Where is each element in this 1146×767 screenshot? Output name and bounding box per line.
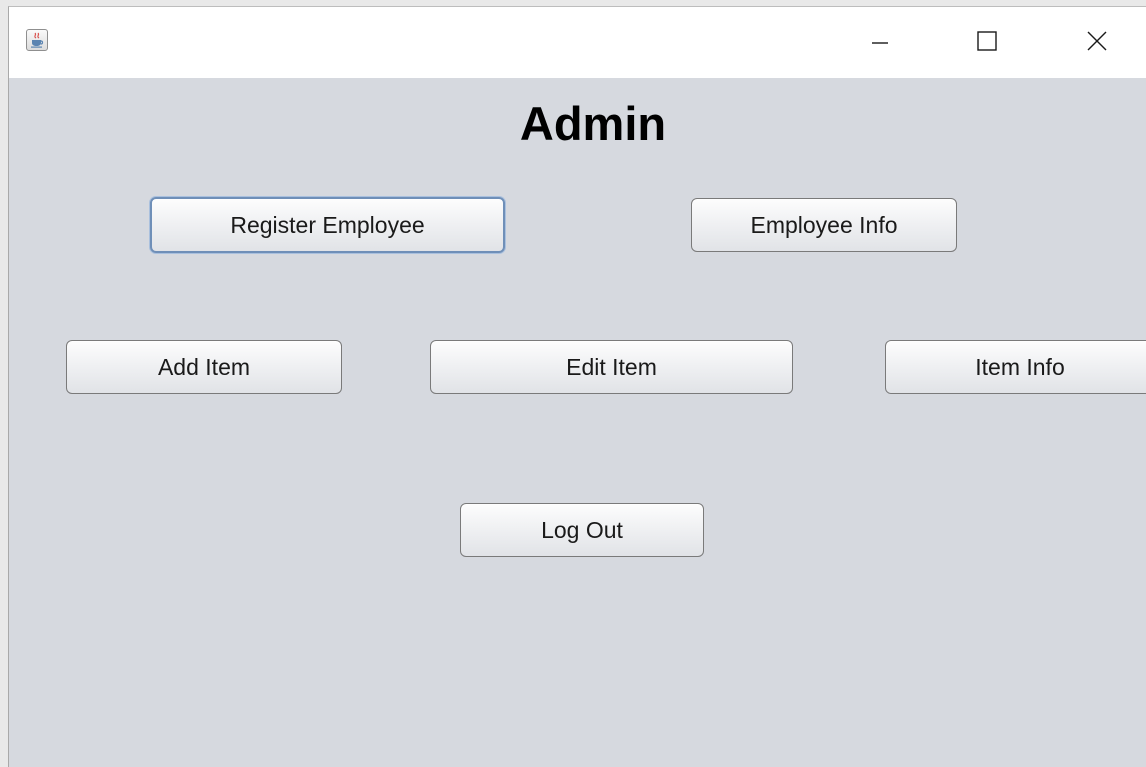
close-button[interactable] — [1074, 21, 1120, 61]
maximize-icon — [977, 31, 997, 51]
page-title: Admin — [519, 97, 667, 150]
employee-info-button[interactable]: Employee Info — [691, 198, 957, 252]
log-out-label: Log Out — [541, 516, 623, 543]
maximize-button[interactable] — [964, 21, 1010, 61]
register-employee-label: Register Employee — [230, 211, 425, 238]
title-bar[interactable] — [9, 7, 1146, 78]
item-info-button[interactable]: Item Info — [885, 340, 1146, 394]
app-window: Admin Register Employee Employee Info Ad… — [8, 6, 1146, 767]
close-icon — [1087, 31, 1107, 51]
java-coffee-icon[interactable] — [26, 29, 48, 51]
add-item-button[interactable]: Add Item — [66, 340, 342, 394]
admin-panel: Admin Register Employee Employee Info Ad… — [9, 78, 1146, 767]
edit-item-label: Edit Item — [566, 353, 657, 380]
register-employee-button[interactable]: Register Employee — [150, 197, 505, 253]
log-out-button[interactable]: Log Out — [460, 503, 704, 557]
add-item-label: Add Item — [157, 353, 251, 380]
item-info-label: Item Info — [975, 353, 1065, 380]
edit-item-button[interactable]: Edit Item — [430, 340, 793, 394]
minimize-button[interactable] — [857, 21, 903, 61]
minimize-icon — [872, 42, 888, 44]
employee-info-label: Employee Info — [750, 211, 898, 238]
